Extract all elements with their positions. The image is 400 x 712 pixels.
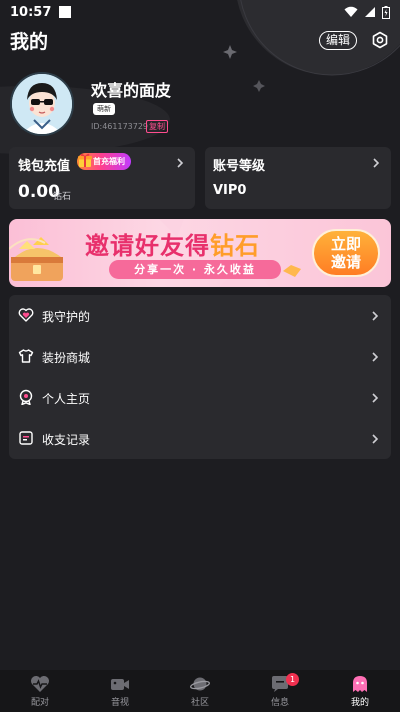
status-icons — [344, 5, 390, 19]
chevron-right-icon — [372, 393, 379, 403]
video-camera-icon — [111, 679, 129, 690]
tab-label: 社区 — [190, 698, 209, 708]
wifi-icon — [344, 6, 358, 17]
invite-button-line1: 立即 — [330, 235, 361, 253]
planet-icon — [190, 677, 210, 691]
edit-button[interactable]: 编辑 — [318, 30, 357, 50]
pulse-heart-icon — [31, 676, 49, 692]
invite-banner[interactable]: 邀请好友得钻石 分享一次 · 永久收益 立即 邀请 — [9, 219, 391, 287]
account-level-title: 账号等级 — [213, 159, 266, 174]
chevron-right-icon — [373, 158, 380, 168]
user-tag-badge: 萌新 — [93, 103, 115, 115]
header: 我的 编辑 — [0, 24, 400, 56]
gift-icon — [78, 153, 92, 167]
first-recharge-badge: 首充福利 — [77, 153, 131, 170]
tab-match[interactable]: 配对 — [0, 670, 80, 712]
wallet-title: 钱包充值 — [18, 159, 71, 174]
invite-button-line2: 邀请 — [330, 253, 361, 271]
tab-label: 信息 — [270, 698, 289, 708]
message-count-badge: 1 — [286, 673, 299, 686]
tab-label: 音视 — [110, 698, 129, 708]
banner-title-accent: 钻石 — [210, 232, 260, 260]
menu-item-profile-page[interactable]: 个人主页 — [9, 377, 391, 418]
menu-item-label: 个人主页 — [42, 392, 91, 406]
settings-button[interactable] — [370, 30, 390, 50]
heart-icon — [18, 308, 34, 322]
tab-av[interactable]: 音视 — [80, 670, 160, 712]
profile-badge-icon — [19, 389, 33, 405]
settings-icon — [372, 31, 388, 49]
account-level-card[interactable]: 账号等级 VIP0 — [205, 147, 391, 209]
avatar-image — [12, 74, 72, 134]
copy-id-button[interactable]: 复制 — [146, 120, 168, 133]
bottom-tab-bar: 配对 音视 社区 1 信息 我的 — [0, 670, 400, 712]
status-time: 10:57 — [10, 4, 52, 20]
menu-item-label: 我守护的 — [42, 310, 91, 324]
diamond-unit: 钻石 — [53, 192, 72, 202]
wallet-card[interactable]: 钱包充值 首充福利 0.00 钻石 — [9, 147, 195, 209]
invite-now-button[interactable]: 立即 邀请 — [312, 229, 380, 277]
menu-list: 我守护的 装扮商城 个人主页 收支记录 — [9, 295, 391, 459]
menu-item-transactions[interactable]: 收支记录 — [9, 418, 391, 459]
first-recharge-label: 首充福利 — [93, 157, 125, 166]
chevron-right-icon — [372, 311, 379, 321]
tab-messages[interactable]: 1 信息 — [240, 670, 320, 712]
vip-level: VIP0 — [213, 183, 247, 198]
banner-title: 邀请好友得钻石 — [85, 226, 260, 261]
profile-section: 欢喜的面皮 萌新 ID:461173729 复制 — [10, 72, 390, 138]
profile-name: 欢喜的面皮 — [91, 81, 172, 100]
tab-community[interactable]: 社区 — [160, 670, 240, 712]
record-icon — [19, 431, 33, 445]
tshirt-icon — [18, 349, 34, 363]
menu-item-label: 收支记录 — [42, 433, 91, 447]
signal-icon — [365, 7, 375, 17]
page-title: 我的 — [10, 30, 49, 53]
banner-title-main: 邀请好友得 — [85, 232, 210, 260]
chevron-right-icon — [372, 434, 379, 444]
tab-mine[interactable]: 我的 — [320, 670, 400, 712]
menu-item-dress-shop[interactable]: 装扮商城 — [9, 336, 391, 377]
battery-icon — [382, 5, 390, 19]
tab-label: 我的 — [350, 698, 369, 708]
chevron-right-icon — [372, 352, 379, 362]
banner-subtitle: 分享一次 · 永久收益 — [109, 260, 281, 279]
menu-item-label: 装扮商城 — [42, 351, 91, 365]
avatar[interactable] — [10, 72, 74, 136]
user-id: ID:461173729 — [91, 122, 149, 131]
chevron-right-icon — [177, 158, 184, 168]
notification-icon — [59, 6, 72, 18]
tab-label: 配对 — [30, 698, 49, 708]
menu-item-guarded[interactable]: 我守护的 — [9, 295, 391, 336]
status-bar: 10:57 — [0, 0, 400, 24]
ghost-icon — [353, 676, 367, 692]
